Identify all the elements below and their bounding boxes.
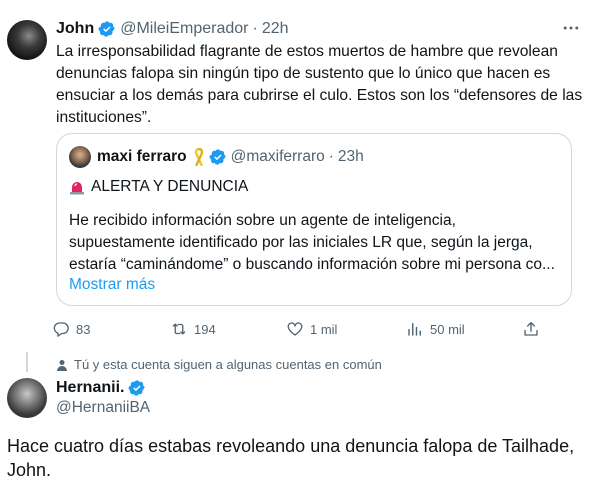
verified-badge-icon [129,380,146,396]
quoted-text-line: estaría “caminándome” o buscando informa… [69,256,555,273]
quoted-timestamp[interactable]: 23h [338,148,364,166]
more-icon[interactable] [561,18,581,38]
like-button[interactable]: 1 mil [286,318,337,340]
quoted-tweet-header: maxi ferraro @maxiferraro · 23h [97,146,364,168]
retweet-icon [172,323,186,335]
tweet-header: John @MileiEmperador · 22h [56,18,289,40]
tweet-text-line: denuncias falopa sin ningún tipo de sust… [56,65,551,82]
quoted-alert-text: ALERTA Y DENUNCIA [91,178,249,195]
separator-dot: · [252,20,258,37]
reply-button[interactable]: 83 [52,318,90,340]
siren-icon [70,182,84,195]
social-context-text: Tú y esta cuenta siguen a algunas cuenta… [74,357,382,372]
author-handle[interactable]: @MileiEmperador [120,20,248,38]
reply-text: Hace cuatro días estabas revoleando una … [7,434,597,482]
quoted-author-name[interactable]: maxi ferraro [97,148,187,166]
like-icon [287,322,303,336]
reply-author-name[interactable]: Hernanii. [56,379,124,397]
thread-view: John @MileiEmperador · 22h La irresponsa… [0,0,603,487]
retweet-button[interactable]: 194 [170,318,216,340]
reply-author-handle[interactable]: @HernaniiBA [56,399,150,417]
yellow-ribbon-icon [194,148,203,166]
author-name[interactable]: John [56,20,94,38]
views-count: 50 mil [430,321,465,337]
person-icon [57,359,67,371]
reply-icon [53,322,69,337]
tweet-text-line: ensuciar a los demás para cubrirse el cu… [56,87,583,104]
avatar[interactable] [7,20,47,60]
retweet-count: 194 [194,321,216,337]
quoted-tweet-text: He recibido información sobre un agente … [69,210,561,276]
timestamp[interactable]: 22h [262,20,289,38]
quoted-text-line: He recibido información sobre un agente … [69,212,456,229]
reply-count: 83 [76,321,91,337]
verified-badge-icon [98,21,115,37]
like-count: 1 mil [310,321,338,337]
separator-dot: · [328,148,334,165]
verified-badge-icon [209,149,226,165]
tweet-text: La irresponsabilidad flagrante de estos … [56,41,591,129]
share-icon [524,321,538,336]
action-bar: 83 194 1 mil 50 mil [52,318,582,340]
tweet-text-line: instituciones”. [56,109,152,126]
thread-connector [26,352,28,372]
quoted-author-handle[interactable]: @maxiferraro [231,148,325,166]
quoted-avatar[interactable] [69,146,91,168]
reply-text-line: Hace cuatro días estabas revoleando una … [7,436,575,456]
quoted-text-line: supuestamente identificado por las inici… [69,234,533,251]
share-button[interactable] [522,318,546,340]
show-more-link[interactable]: Mostrar más [69,274,155,296]
social-context: Tú y esta cuenta siguen a algunas cuenta… [56,357,382,372]
quoted-alert-line: ALERTA Y DENUNCIA [69,176,248,198]
reply-text-line: John. [7,460,52,480]
avatar[interactable] [7,378,47,418]
reply-header: Hernanii. [56,378,146,398]
tweet-text-line: La irresponsabilidad flagrante de estos … [56,43,558,60]
views-button[interactable]: 50 mil [406,318,465,340]
quoted-tweet-card[interactable]: maxi ferraro @maxiferraro · 23h ALERTA Y… [56,133,572,306]
views-icon [408,323,421,336]
